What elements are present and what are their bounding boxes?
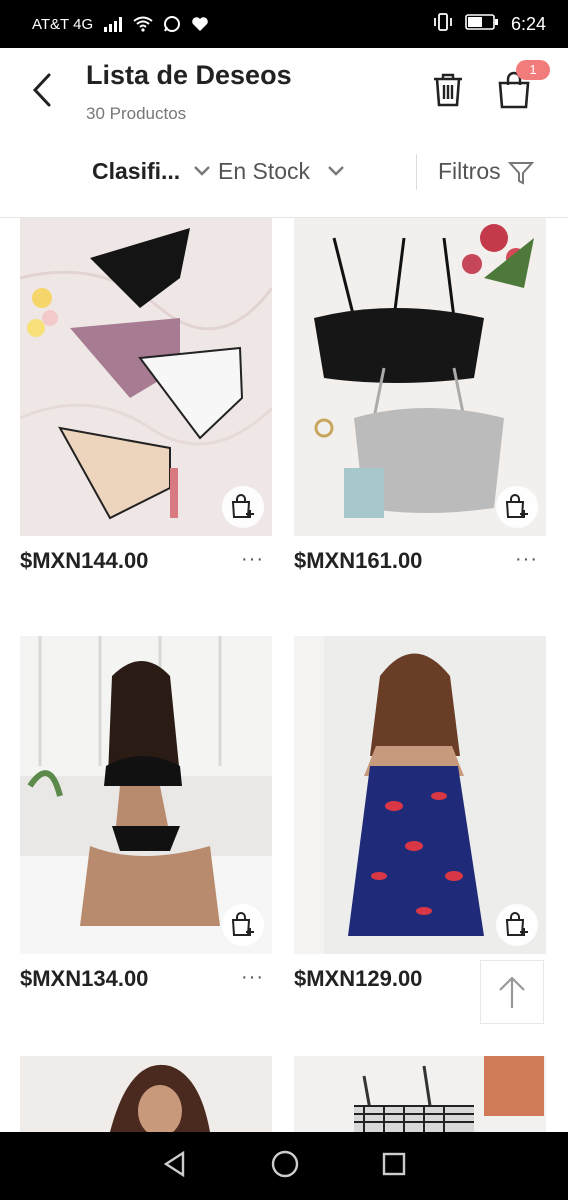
square-recents-icon	[383, 1152, 406, 1175]
signal-icon	[103, 16, 123, 32]
add-to-bag-icon	[231, 494, 254, 518]
more-options-button[interactable]: ···	[515, 548, 538, 571]
add-to-cart-button[interactable]	[496, 904, 538, 946]
vibrate-icon	[433, 12, 453, 36]
cart-badge: 1	[516, 60, 550, 80]
filter-bar: Clasifi... En Stock Filtros	[0, 140, 568, 218]
product-image[interactable]	[294, 218, 546, 536]
back-button[interactable]	[26, 70, 58, 110]
product-image[interactable]	[294, 636, 546, 954]
whatsapp-icon	[163, 15, 181, 33]
product-card[interactable]: $MXN144.00 ···	[20, 218, 272, 573]
trash-icon	[434, 73, 462, 107]
add-to-cart-button[interactable]	[496, 486, 538, 528]
product-price: $MXN161.00	[294, 548, 423, 573]
chevron-down-icon	[328, 166, 344, 176]
more-options-button[interactable]: ···	[241, 548, 264, 571]
nav-back-button[interactable]	[161, 1150, 189, 1183]
battery-icon	[465, 13, 499, 35]
scroll-to-top-button[interactable]	[480, 960, 544, 1024]
app-header: Lista de Deseos 30 Productos 1	[0, 48, 568, 140]
product-count: 30 Productos	[86, 104, 187, 123]
more-options-button[interactable]: ···	[241, 966, 264, 989]
product-card[interactable]	[20, 1056, 272, 1132]
filter-icon	[508, 162, 534, 185]
product-price: $MXN144.00	[20, 548, 149, 573]
filters-button[interactable]: Filtros	[438, 158, 501, 185]
circle-home-icon	[271, 1150, 299, 1177]
product-image[interactable]	[20, 1056, 272, 1132]
product-card[interactable]	[294, 1056, 546, 1132]
add-to-bag-icon	[505, 494, 528, 518]
clock: 6:24	[510, 13, 546, 34]
nav-home-button[interactable]	[270, 1149, 300, 1184]
product-image[interactable]	[20, 636, 272, 954]
sort-dropdown[interactable]: Clasifi...	[92, 158, 180, 185]
heart-icon	[191, 16, 209, 32]
product-card[interactable]: $MXN161.00 ···	[294, 218, 546, 573]
add-to-cart-button[interactable]	[222, 904, 264, 946]
carrier-label: AT&T 4G	[32, 15, 94, 33]
triangle-back-icon	[163, 1150, 184, 1177]
product-image[interactable]	[20, 218, 272, 536]
divider	[416, 154, 417, 190]
delete-button[interactable]	[428, 70, 468, 110]
add-to-bag-icon	[505, 912, 528, 936]
product-image[interactable]	[294, 1056, 546, 1132]
arrow-up-icon	[499, 976, 525, 1008]
product-card[interactable]: $MXN129.00 ···	[294, 636, 546, 991]
product-card[interactable]: $MXN134.00 ···	[20, 636, 272, 991]
product-price: $MXN134.00	[20, 966, 149, 991]
add-to-cart-button[interactable]	[222, 486, 264, 528]
nav-recents-button[interactable]	[381, 1151, 407, 1182]
add-to-bag-icon	[231, 912, 254, 936]
product-price: $MXN129.00	[294, 966, 423, 991]
wifi-icon	[133, 16, 153, 32]
stock-dropdown[interactable]: En Stock	[218, 158, 310, 185]
page-title: Lista de Deseos	[86, 60, 292, 90]
chevron-left-icon	[32, 73, 51, 107]
status-bar: AT&T 4G 6:24	[0, 0, 568, 48]
system-nav-bar	[0, 1132, 568, 1200]
chevron-down-icon	[194, 166, 210, 176]
